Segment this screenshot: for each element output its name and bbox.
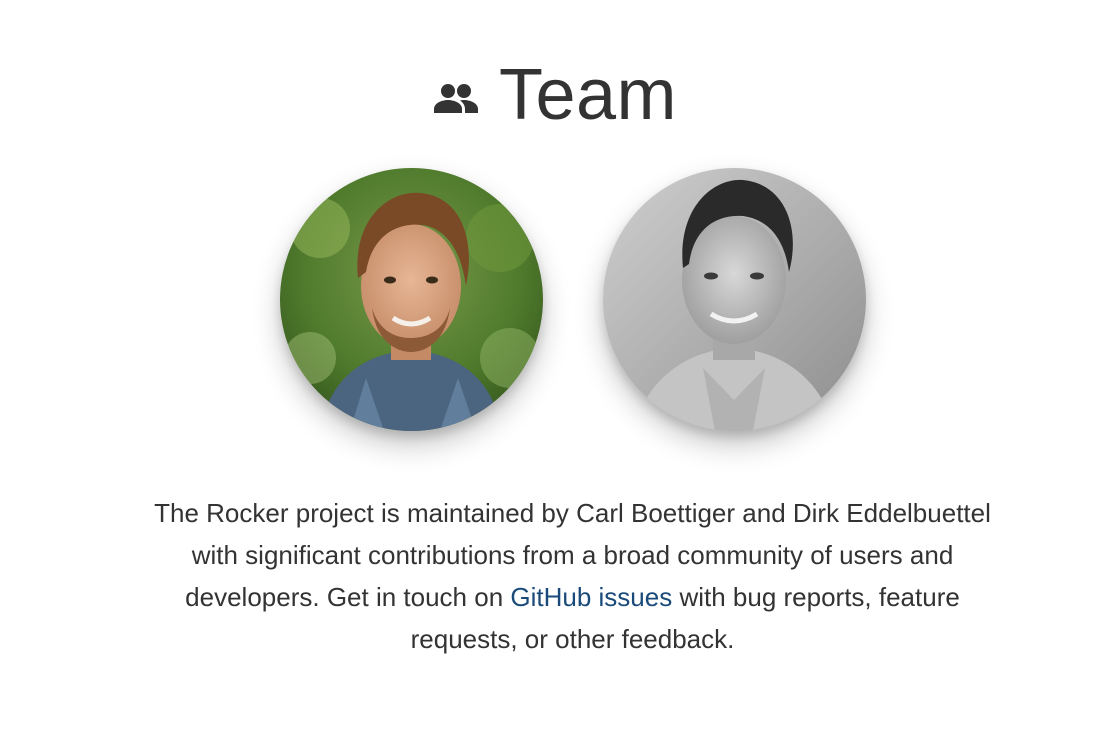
avatar-dirk-eddelbuettel (603, 168, 866, 431)
avatar-carl-boettiger (280, 168, 543, 431)
team-description: The Rocker project is maintained by Carl… (130, 492, 1015, 660)
page-title: Team (498, 55, 678, 135)
team-avatars (0, 168, 1110, 432)
people-icon (433, 84, 478, 113)
dirk-eddelbuettel-photo (603, 168, 866, 431)
carl-boettiger-photo (280, 168, 543, 431)
team-section: Team The Rocker project is maintained by… (0, 0, 1110, 730)
team-heading: Team (0, 50, 1110, 140)
github-issues-link[interactable]: GitHub issues (510, 582, 672, 612)
